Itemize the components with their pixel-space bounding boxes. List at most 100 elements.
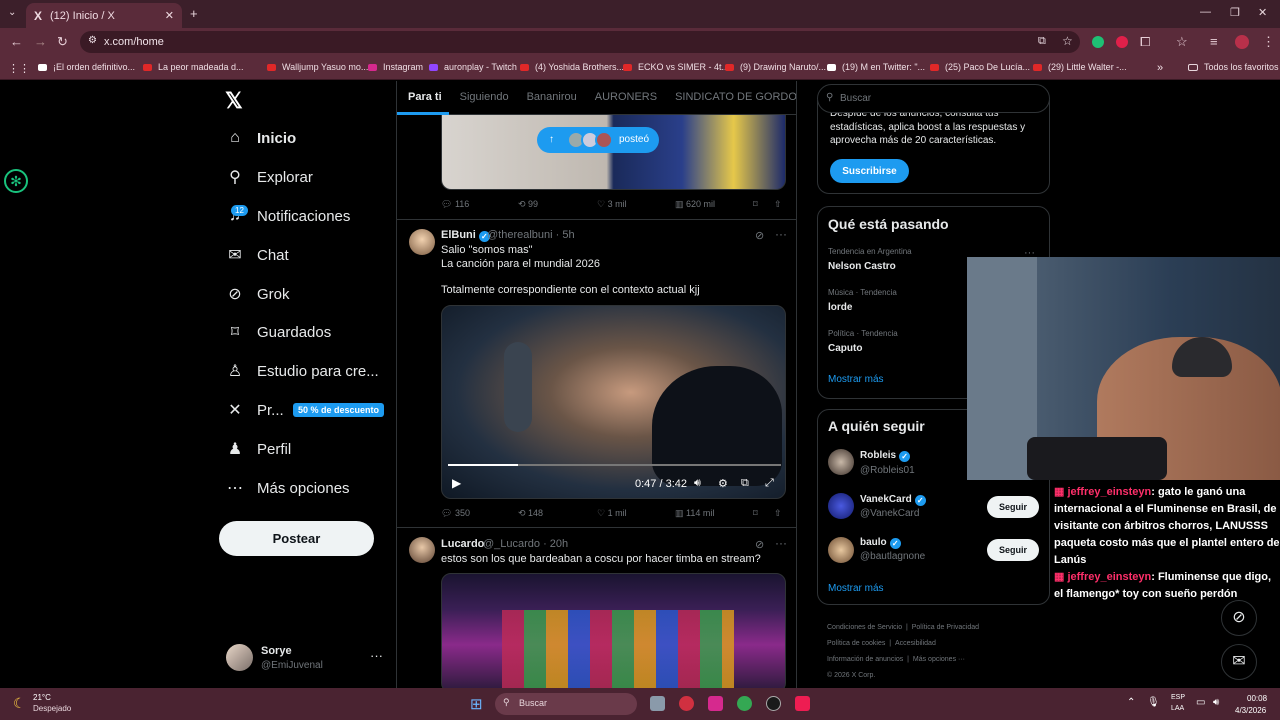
nav-chat[interactable]: ✉ Chat — [226, 240, 288, 270]
video-player[interactable]: ▶ 0:47 / 3:42 🔊︎ ⚙ ⧉ ⤢ — [441, 305, 786, 499]
back-icon[interactable]: ← — [10, 34, 23, 49]
profile-avatar[interactable] — [1235, 35, 1249, 49]
fullscreen-icon[interactable]: ⤢ — [765, 477, 774, 490]
windows-start-icon[interactable]: ⊞ — [470, 695, 483, 713]
views-button[interactable]: ▥ 620 mil — [675, 199, 715, 210]
author-name[interactable]: ElBuni ✓ — [441, 229, 490, 242]
share-icon[interactable]: ⇧ — [774, 508, 782, 519]
dock-icon[interactable]: ⧉ — [741, 477, 749, 490]
bookmark-item[interactable]: La peor madeada d... — [143, 62, 244, 72]
like-button[interactable]: ♡ 3 mil — [597, 199, 627, 210]
media-control-icon[interactable]: ≡ — [1210, 34, 1218, 49]
network-icon[interactable]: ▭ — [1196, 697, 1205, 708]
bookmark-item[interactable]: auronplay - Twitch — [429, 62, 517, 72]
bookmark-star-icon[interactable]: ☆ — [1176, 34, 1188, 50]
post-button[interactable]: Postear — [219, 521, 374, 556]
avatar[interactable] — [828, 449, 854, 475]
address-bar[interactable]: ⚙ x.com/home ⧉ ☆ — [80, 31, 1080, 53]
bookmark-item[interactable]: (4) Yoshida Brothers... — [520, 62, 624, 72]
chatgpt-extension-icon[interactable]: ✻ — [4, 169, 28, 193]
tab-auroners[interactable]: AURONERS — [584, 81, 664, 114]
nav-mas-opciones[interactable]: ⋯ Más opciones — [226, 473, 350, 503]
clock-time[interactable]: 00:08 — [1247, 694, 1267, 703]
mail-icon[interactable]: ✉ — [1221, 644, 1257, 680]
like-button[interactable]: ♡ 1 mil — [597, 508, 627, 519]
views-button[interactable]: ▥ 114 mil — [675, 508, 714, 519]
show-more-link[interactable]: Mostrar más — [828, 374, 884, 385]
bookmark-item[interactable]: Instagram — [368, 62, 423, 72]
restore-icon[interactable]: ❐ — [1230, 6, 1240, 19]
share-icon[interactable]: ⇧ — [774, 199, 782, 210]
follow-button[interactable]: Seguir — [987, 539, 1039, 561]
avatar[interactable] — [828, 493, 854, 519]
post-image[interactable] — [441, 573, 786, 688]
show-more-link[interactable]: Mostrar más — [828, 583, 884, 594]
footer-link[interactable]: Política de Privacidad — [912, 624, 979, 631]
search-input[interactable]: ⚲ Buscar — [817, 84, 1050, 113]
footer-link[interactable]: Condiciones de Servicio — [827, 624, 902, 631]
reply-button[interactable]: 💬︎ 350 — [441, 508, 470, 519]
tab-sindicato[interactable]: SINDICATO DE GORDOS V — [664, 81, 796, 114]
grok-icon[interactable]: ⊘ — [755, 229, 764, 242]
tiktok-icon[interactable] — [795, 696, 810, 711]
minimize-icon[interactable]: — — [1200, 6, 1211, 18]
bookmark-item[interactable]: ¡El orden definitivo... — [38, 62, 135, 72]
star-icon[interactable]: ☆ — [1062, 34, 1073, 48]
follow-button[interactable]: Seguir — [987, 496, 1039, 518]
weather-temp[interactable]: 21°C — [33, 693, 51, 702]
more-icon[interactable]: ··· — [775, 536, 787, 550]
chrome-icon[interactable] — [737, 696, 752, 711]
nav-grok[interactable]: ⊘ Grok — [226, 279, 289, 309]
bookmark-item[interactable]: (29) Little Walter -... — [1033, 62, 1127, 72]
volume-icon[interactable]: 🔊︎ — [694, 477, 701, 490]
tab-list-icon[interactable]: ⌄ — [8, 7, 16, 18]
footer-link[interactable]: Accesibilidad — [895, 640, 936, 647]
nav-premium[interactable]: ✕ Pr... — [226, 395, 283, 425]
volume-icon[interactable]: 🔊︎ — [1213, 697, 1219, 708]
menu-icon[interactable]: ⋮ — [1262, 34, 1275, 50]
more-icon[interactable]: ··· — [775, 227, 787, 241]
bookmark-item[interactable]: Walljump Yasuo mo... — [267, 62, 368, 72]
tab-bananirou[interactable]: Bananirou — [516, 81, 584, 114]
premium-promo-badge[interactable]: 50 % de descuento — [293, 403, 385, 417]
bookmark-item[interactable]: ECKO vs SIMER - 4t... — [623, 62, 729, 72]
nav-inicio[interactable]: ⌂ Inicio — [226, 123, 296, 153]
nav-explorar[interactable]: ⚲ Explorar — [226, 162, 313, 192]
trend-name[interactable]: lorde — [828, 302, 852, 313]
nav-perfil[interactable]: ♟ Perfil — [226, 434, 291, 464]
file-explorer-icon[interactable] — [650, 696, 665, 711]
browser-tab[interactable]: X (12) Inicio / X ✕ — [26, 3, 182, 28]
bookmark-item[interactable]: (25) Paco De Lucía... — [930, 62, 1030, 72]
settings-icon[interactable]: ⚙ — [718, 477, 728, 490]
close-tab-icon[interactable]: ✕ — [165, 9, 174, 22]
extension-green-icon[interactable] — [1092, 36, 1104, 48]
app-icon[interactable] — [679, 696, 694, 711]
tab-para-ti[interactable]: Para ti — [397, 81, 449, 115]
x-logo-icon[interactable]: 𝕏 — [225, 88, 243, 114]
reload-icon[interactable]: ↻ — [57, 34, 68, 50]
more-bookmarks-icon[interactable]: » — [1157, 62, 1163, 74]
extensions-icon[interactable]: ⧠ — [1140, 34, 1150, 50]
taskbar-search[interactable]: ⚲ Buscar — [495, 693, 637, 715]
forward-icon[interactable]: → — [34, 34, 47, 49]
trend-name[interactable]: Caputo — [828, 343, 862, 354]
repost-button[interactable]: ⟲ 148 — [518, 508, 543, 519]
install-icon[interactable]: ⧉ — [1038, 35, 1046, 48]
apps-icon[interactable]: ⋮⋮ — [8, 62, 30, 75]
language-indicator[interactable]: ESP — [1171, 694, 1185, 701]
subscribe-button[interactable]: Suscribirse — [830, 159, 909, 183]
instagram-icon[interactable] — [708, 696, 723, 711]
follow-name[interactable]: baulo ✓ — [860, 537, 901, 549]
footer-link[interactable]: Información de anuncios — [827, 656, 903, 663]
obs-icon[interactable] — [766, 696, 781, 711]
mic-icon[interactable]: 🎙︎ — [1147, 697, 1160, 708]
trend-name[interactable]: Nelson Castro — [828, 261, 896, 272]
extension-red-icon[interactable] — [1116, 36, 1128, 48]
follow-name[interactable]: VanekCard ✓ — [860, 494, 926, 506]
site-info-icon[interactable]: ⚙ — [88, 35, 97, 46]
grok-icon[interactable]: ⊘ — [1221, 600, 1257, 636]
repost-button[interactable]: ⟲ 99 — [518, 199, 538, 210]
bookmark-item[interactable]: (19) M en Twitter: "... — [827, 62, 925, 72]
bookmark-icon[interactable]: ⌑ — [753, 199, 758, 210]
avatar[interactable] — [409, 229, 435, 255]
